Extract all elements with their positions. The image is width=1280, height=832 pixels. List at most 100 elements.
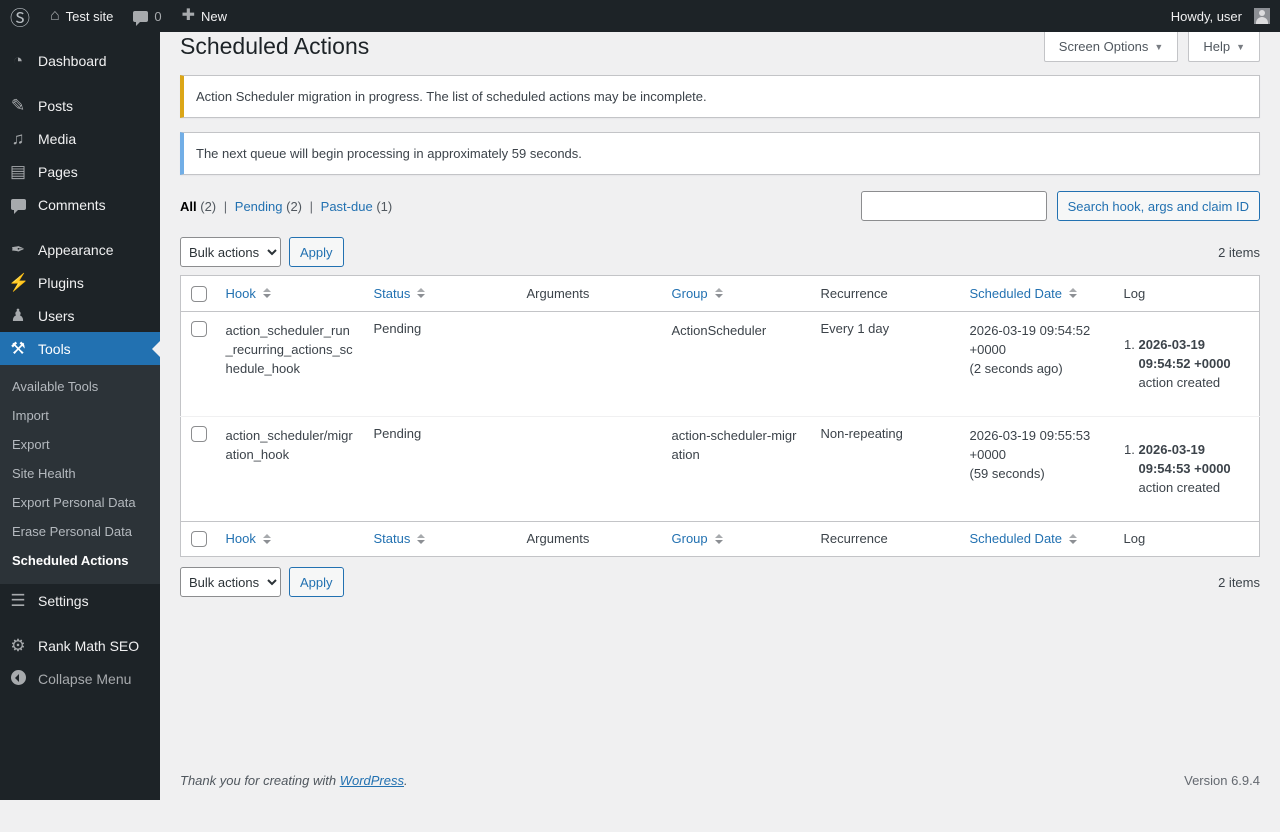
- row-checkbox[interactable]: [191, 426, 207, 442]
- sidebar-item-label: Posts: [38, 98, 73, 114]
- sidebar-item-pages[interactable]: ▤ Pages: [0, 155, 160, 188]
- sidebar-item-settings[interactable]: ☰ Settings: [0, 584, 160, 617]
- avatar: [1254, 8, 1270, 24]
- column-log: Log: [1124, 531, 1146, 546]
- cell-scheduled-date: 2026-03-19 09:54:52 +0000 (2 seconds ago…: [960, 311, 1114, 416]
- main-content: Screen Options ▼ Help ▼ Scheduled Action…: [160, 32, 1280, 800]
- sort-group[interactable]: Group: [672, 531, 723, 546]
- submenu-item-import[interactable]: Import: [0, 401, 160, 430]
- help-label: Help: [1203, 39, 1230, 54]
- scheduled-date: 2026-03-19 09:55:53 +0000: [970, 426, 1104, 464]
- bulk-actions-select[interactable]: Bulk actions: [180, 567, 281, 597]
- scheduled-relative: (2 seconds ago): [970, 359, 1104, 378]
- submenu-item-available-tools[interactable]: Available Tools: [0, 372, 160, 401]
- sidebar-item-label: Plugins: [38, 275, 84, 291]
- sidebar-item-dashboard[interactable]: ◔ Dashboard: [0, 44, 160, 77]
- sort-group[interactable]: Group: [672, 286, 723, 301]
- sort-scheduled-date[interactable]: Scheduled Date: [970, 531, 1078, 546]
- users-icon: ♟: [8, 307, 28, 324]
- search-button[interactable]: Search hook, args and claim ID: [1057, 191, 1260, 221]
- sort-status[interactable]: Status: [374, 531, 426, 546]
- bulk-actions-bottom: Bulk actions Apply: [180, 567, 344, 597]
- footer-version: Version 6.9.4: [1184, 773, 1260, 788]
- cell-hook: action_scheduler_run_recurring_actions_s…: [216, 311, 364, 416]
- new-content-menu[interactable]: ✚ New: [172, 0, 237, 32]
- filter-all-count: (2): [200, 199, 216, 214]
- sort-hook[interactable]: Hook: [226, 531, 271, 546]
- chevron-down-icon: ▼: [1154, 42, 1163, 52]
- row-checkbox[interactable]: [191, 321, 207, 337]
- sort-hook[interactable]: Hook: [226, 286, 271, 301]
- collapse-menu-button[interactable]: Collapse Menu: [0, 662, 160, 696]
- sidebar-item-plugins[interactable]: ⚡ Plugins: [0, 266, 160, 299]
- submenu-item-site-health[interactable]: Site Health: [0, 459, 160, 488]
- posts-icon: ✎: [8, 97, 28, 114]
- site-name-menu[interactable]: ⌂ Test site: [40, 0, 123, 32]
- pages-icon: ▤: [8, 163, 28, 180]
- submenu-item-erase-personal-data[interactable]: Erase Personal Data: [0, 517, 160, 546]
- sidebar-item-posts[interactable]: ✎ Posts: [0, 89, 160, 122]
- sidebar-item-label: Settings: [38, 593, 89, 609]
- apply-button[interactable]: Apply: [289, 237, 344, 267]
- cell-group: ActionScheduler: [662, 311, 811, 416]
- sidebar-item-users[interactable]: ♟ Users: [0, 299, 160, 332]
- help-button[interactable]: Help ▼: [1188, 32, 1260, 62]
- sort-icon: [1069, 534, 1077, 544]
- plugins-icon: ⚡: [8, 274, 28, 291]
- sort-scheduled-date[interactable]: Scheduled Date: [970, 286, 1078, 301]
- site-name-label: Test site: [66, 9, 114, 24]
- cell-status: Pending: [364, 416, 517, 521]
- select-all-checkbox[interactable]: [191, 286, 207, 302]
- sort-status[interactable]: Status: [374, 286, 426, 301]
- sidebar-item-comments[interactable]: Comments: [0, 188, 160, 221]
- submenu-item-export-personal-data[interactable]: Export Personal Data: [0, 488, 160, 517]
- sort-icon: [715, 288, 723, 298]
- sidebar-item-tools[interactable]: ⚒ Tools: [0, 332, 160, 365]
- submenu-item-export[interactable]: Export: [0, 430, 160, 459]
- filter-pending[interactable]: Pending: [235, 199, 283, 214]
- comments-count: 0: [154, 9, 161, 24]
- sidebar-item-appearance[interactable]: ✒ Appearance: [0, 233, 160, 266]
- wordpress-link[interactable]: WordPress: [340, 773, 404, 788]
- screen-options-label: Screen Options: [1059, 39, 1149, 54]
- my-account-menu[interactable]: Howdy, user: [1161, 0, 1280, 32]
- comment-bubble-icon: [133, 11, 148, 22]
- settings-sliders-icon: ☰: [8, 592, 28, 609]
- sort-icon: [263, 288, 271, 298]
- sidebar-item-label: Rank Math SEO: [38, 638, 139, 654]
- select-all-checkbox[interactable]: [191, 531, 207, 547]
- items-count: 2 items: [1218, 575, 1260, 590]
- log-entry: 2026-03-19 09:54:52 +0000 action created: [1139, 335, 1250, 392]
- sort-icon: [1069, 288, 1077, 298]
- sidebar-item-label: Users: [38, 308, 75, 324]
- sidebar-item-rank-math-seo[interactable]: ⚙ Rank Math SEO: [0, 629, 160, 662]
- cell-arguments: [517, 416, 662, 521]
- cell-group: action-scheduler-migration: [662, 416, 811, 521]
- sort-icon: [417, 288, 425, 298]
- apply-button[interactable]: Apply: [289, 567, 344, 597]
- notice-text: Action Scheduler migration in progress. …: [196, 89, 707, 104]
- cell-arguments: [517, 311, 662, 416]
- filter-past-due-count: (1): [376, 199, 392, 214]
- media-icon: ♫: [8, 130, 28, 147]
- filter-all[interactable]: All: [180, 199, 197, 214]
- filter-past-due[interactable]: Past-due: [321, 199, 373, 214]
- collapse-arrow-icon: [8, 670, 28, 688]
- search-input[interactable]: [861, 191, 1047, 221]
- screen-options-button[interactable]: Screen Options ▼: [1044, 32, 1179, 62]
- scheduled-actions-table: Hook Status Arguments Group Recurrence S…: [180, 275, 1260, 557]
- submenu-item-scheduled-actions[interactable]: Scheduled Actions: [0, 546, 160, 575]
- sidebar-item-label: Comments: [38, 197, 106, 213]
- sidebar-item-media[interactable]: ♫ Media: [0, 122, 160, 155]
- screen-meta-links: Screen Options ▼ Help ▼: [1044, 32, 1260, 62]
- wordpress-logo-menu[interactable]: Ⓢ: [0, 0, 40, 32]
- sort-icon: [715, 534, 723, 544]
- table-row: action_scheduler_run_recurring_actions_s…: [181, 311, 1260, 416]
- bulk-actions-select[interactable]: Bulk actions: [180, 237, 281, 267]
- comments-menu[interactable]: 0: [123, 0, 171, 32]
- sidebar-item-label: Tools: [38, 341, 71, 357]
- table-footer-row: Hook Status Arguments Group Recurrence S…: [181, 521, 1260, 557]
- cell-recurrence: Non-repeating: [811, 416, 960, 521]
- appearance-icon: ✒: [8, 241, 28, 258]
- sidebar-item-label: Media: [38, 131, 76, 147]
